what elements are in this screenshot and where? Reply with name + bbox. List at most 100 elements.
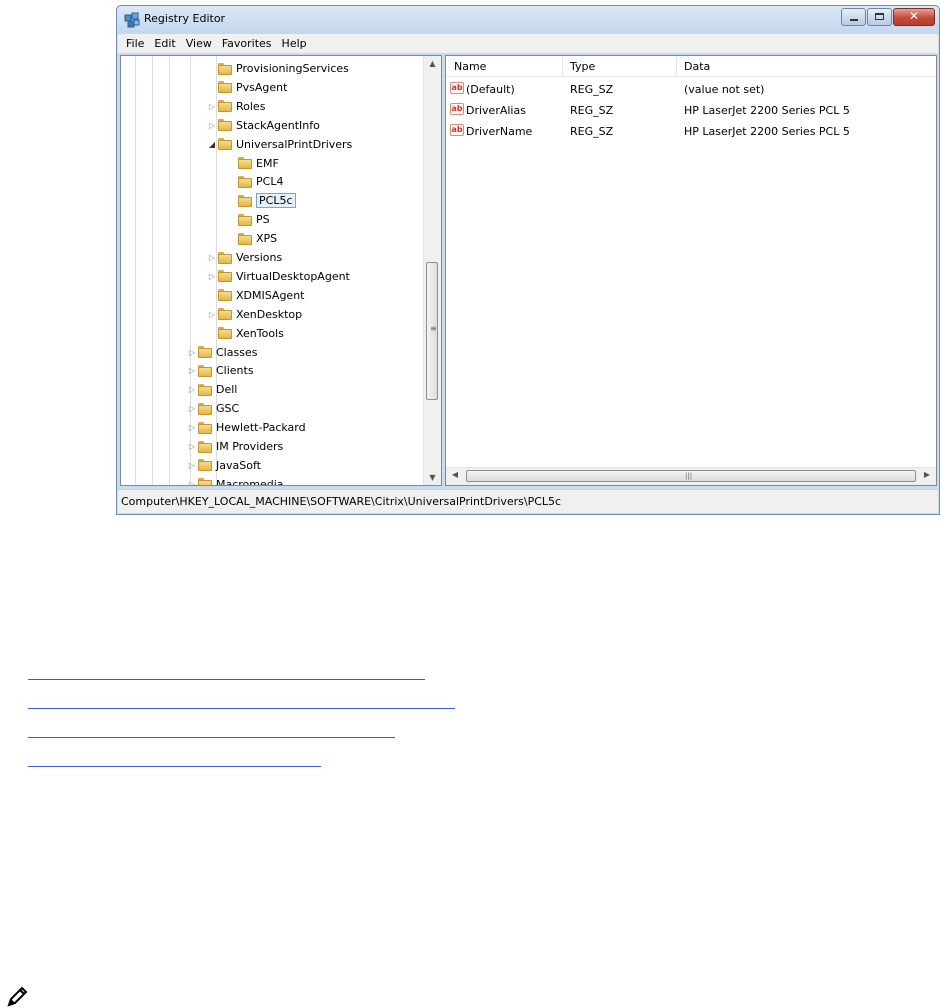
expand-arrow-icon[interactable]: ▷ [187, 461, 197, 470]
scroll-left-icon[interactable]: ◀ [447, 470, 463, 479]
column-header-type[interactable]: Type [570, 60, 595, 73]
value-row[interactable]: ab (Default) REG_SZ (value not set) [446, 80, 936, 99]
column-separator[interactable] [676, 56, 677, 76]
scroll-right-icon[interactable]: ▶ [919, 470, 935, 479]
tree-item-label: PCL4 [256, 175, 284, 189]
tree-item-label: IM Providers [216, 440, 284, 453]
tree-item[interactable]: ▷ Hewlett-Packard [187, 418, 306, 437]
link[interactable] [28, 655, 425, 680]
tree-item[interactable]: PCL5c [227, 191, 296, 210]
folder-icon [198, 346, 212, 358]
tree-item[interactable]: ▷ JavaSoft [187, 456, 261, 475]
tree-item[interactable]: EMF [227, 154, 279, 173]
tree-item-label: EMF [256, 156, 279, 170]
tree-item[interactable]: PvsAgent [207, 78, 287, 97]
folder-icon [238, 175, 252, 188]
tree-item-label: XenTools [236, 326, 284, 340]
folder-icon [218, 119, 232, 132]
values-list-pane[interactable]: Name Type Data ab (Default) REG_SZ (value n… [445, 55, 937, 486]
tree-item[interactable]: XenTools [207, 324, 284, 343]
tree-item[interactable]: ▷ GSC [187, 399, 239, 418]
tree-scroll-thumb[interactable]: ≡ [426, 262, 438, 400]
expand-arrow-icon[interactable]: ▷ [187, 404, 197, 413]
expand-arrow-icon[interactable]: ▷ [207, 253, 217, 262]
value-name: (Default) [466, 83, 515, 96]
expand-arrow-icon[interactable]: ▷ [207, 102, 217, 111]
folder-icon [198, 402, 212, 415]
tree-item-label: StackAgentInfo [236, 118, 320, 132]
menu-bar: File Edit View Favorites Help [118, 34, 938, 53]
value-row[interactable]: ab DriverAlias REG_SZ HP LaserJet 2200 Seri… [446, 101, 936, 120]
expand-arrow-icon[interactable]: ▷ [187, 423, 197, 432]
expand-arrow-icon[interactable]: ▷ [207, 121, 217, 130]
key-tree: ProvisioningServices PvsAgent ▷ Roles ▷ Stack… [121, 56, 421, 485]
tree-item[interactable]: ▷ VirtualDesktopAgent [207, 267, 350, 286]
column-header-data[interactable]: Data [684, 60, 710, 73]
tree-item[interactable]: ▷ Clients [187, 361, 254, 380]
title-bar[interactable]: Registry Editor ✕ [117, 6, 939, 34]
minimize-button[interactable] [841, 8, 866, 26]
tree-item-label: PCL5c [256, 193, 296, 209]
expand-arrow-icon[interactable]: ▷ [207, 310, 217, 319]
column-separator[interactable] [562, 56, 563, 76]
folder-icon [218, 81, 232, 94]
expand-arrow-icon[interactable]: ▷ [207, 272, 217, 281]
expand-arrow-icon[interactable]: ▷ [187, 366, 197, 375]
tree-item[interactable]: XDMISAgent [207, 286, 305, 305]
tree-item[interactable]: ▷ Roles [207, 97, 266, 116]
value-name: DriverName [466, 125, 533, 138]
link[interactable] [28, 713, 395, 738]
tree-vertical-scrollbar[interactable]: ▲ ≡ ▼ [423, 56, 441, 485]
key-tree-pane[interactable]: ProvisioningServices PvsAgent ▷ Roles ▷ Stack… [120, 55, 442, 486]
tree-item[interactable]: ◢ UniversalPrintDrivers [207, 135, 352, 154]
expand-arrow-icon[interactable]: ▷ [187, 348, 197, 357]
menu-file[interactable]: File [122, 37, 148, 50]
tree-item-label: GSC [216, 402, 240, 416]
menu-edit[interactable]: Edit [150, 37, 179, 50]
string-value-icon: ab [450, 124, 464, 136]
tree-item-label: JavaSoft [216, 458, 261, 472]
link[interactable] [28, 742, 321, 767]
close-button[interactable]: ✕ [893, 8, 935, 26]
folder-icon [218, 289, 232, 302]
expand-arrow-icon[interactable]: ▷ [187, 442, 197, 451]
folder-icon [218, 100, 232, 113]
link[interactable] [28, 684, 455, 709]
tree-item[interactable]: ▷ StackAgentInfo [207, 116, 320, 135]
tree-guide-line [169, 56, 170, 485]
tree-item[interactable]: ▷ Classes [187, 343, 258, 362]
tree-item[interactable]: ▷ Versions [207, 248, 282, 267]
list-horizontal-scrollbar[interactable]: ◀ ||| ▶ [446, 467, 936, 485]
scroll-up-icon[interactable]: ▲ [424, 59, 441, 68]
tree-item-label: Clients [216, 364, 254, 378]
folder-icon [218, 138, 232, 151]
value-name: DriverAlias [466, 104, 526, 117]
tree-item[interactable]: ▷ IM Providers [187, 437, 283, 456]
column-header-name[interactable]: Name [454, 60, 486, 73]
tree-item[interactable]: PCL4 [227, 172, 283, 191]
scroll-down-icon[interactable]: ▼ [424, 473, 441, 482]
tree-item-label: Hewlett-Packard [216, 421, 306, 435]
value-row[interactable]: ab DriverName REG_SZ HP LaserJet 2200 Serie… [446, 122, 936, 141]
folder-icon [198, 440, 212, 453]
collapse-arrow-icon[interactable]: ◢ [207, 140, 217, 149]
status-bar: Computer\HKEY_LOCAL_MACHINE\SOFTWARE\Cit… [118, 489, 938, 513]
expand-arrow-icon[interactable]: ▷ [187, 480, 197, 485]
menu-view[interactable]: View [182, 37, 216, 50]
tree-item[interactable]: ▷ Dell [187, 380, 237, 399]
list-scroll-thumb[interactable]: ||| [466, 470, 916, 482]
maximize-button[interactable] [867, 8, 892, 26]
menu-favorites[interactable]: Favorites [218, 37, 276, 50]
tree-item[interactable]: ▷ XenDesktop [207, 305, 302, 324]
tree-item[interactable]: ▷ Macromedia [187, 475, 284, 485]
expand-arrow-icon[interactable]: ▷ [187, 385, 197, 394]
tree-item[interactable]: ProvisioningServices [207, 59, 349, 78]
value-data: HP LaserJet 2200 Series PCL 5 [684, 125, 850, 138]
tree-item[interactable]: PS [227, 210, 270, 229]
tree-item[interactable]: XPS [227, 229, 277, 248]
folder-icon [238, 157, 252, 169]
folder-icon [198, 421, 212, 434]
tree-item-label: VirtualDesktopAgent [236, 269, 350, 283]
folder-icon [218, 62, 232, 75]
menu-help[interactable]: Help [278, 37, 311, 50]
